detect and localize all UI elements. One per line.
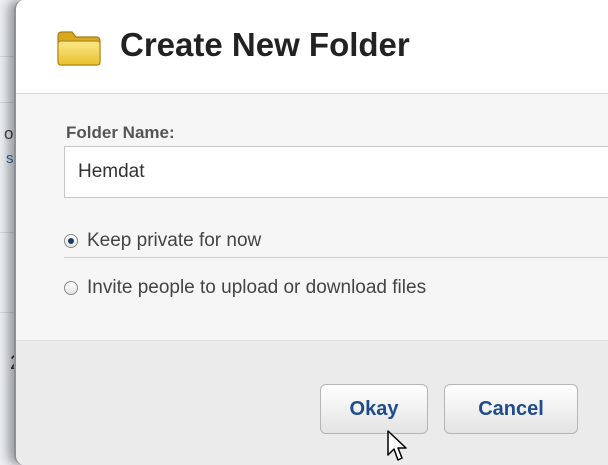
keep-private-label: Keep private for now (87, 230, 262, 251)
create-folder-dialog: Create New Folder Folder Name: Keep priv… (14, 0, 608, 465)
screen: or s 2 Create New Folder Folder Name: Ke… (0, 0, 608, 465)
mouse-cursor-icon (387, 430, 407, 461)
invite-people-label: Invite people to upload or download file… (87, 277, 427, 298)
keep-private-option[interactable]: Keep private for now (64, 226, 261, 256)
folder-icon (57, 31, 101, 66)
dialog-header: Create New Folder (16, 0, 608, 94)
option-divider (64, 257, 608, 258)
invite-people-option[interactable]: Invite people to upload or download file… (64, 273, 426, 303)
cancel-button[interactable]: Cancel (444, 384, 578, 434)
okay-button[interactable]: Okay (320, 384, 428, 434)
invite-people-radio[interactable] (64, 281, 78, 295)
background-link-fragment: s (6, 150, 14, 167)
keep-private-radio[interactable] (64, 234, 78, 248)
dialog-title: Create New Folder (120, 26, 410, 63)
folder-name-label: Folder Name: (66, 123, 175, 142)
folder-name-input[interactable] (64, 146, 608, 198)
